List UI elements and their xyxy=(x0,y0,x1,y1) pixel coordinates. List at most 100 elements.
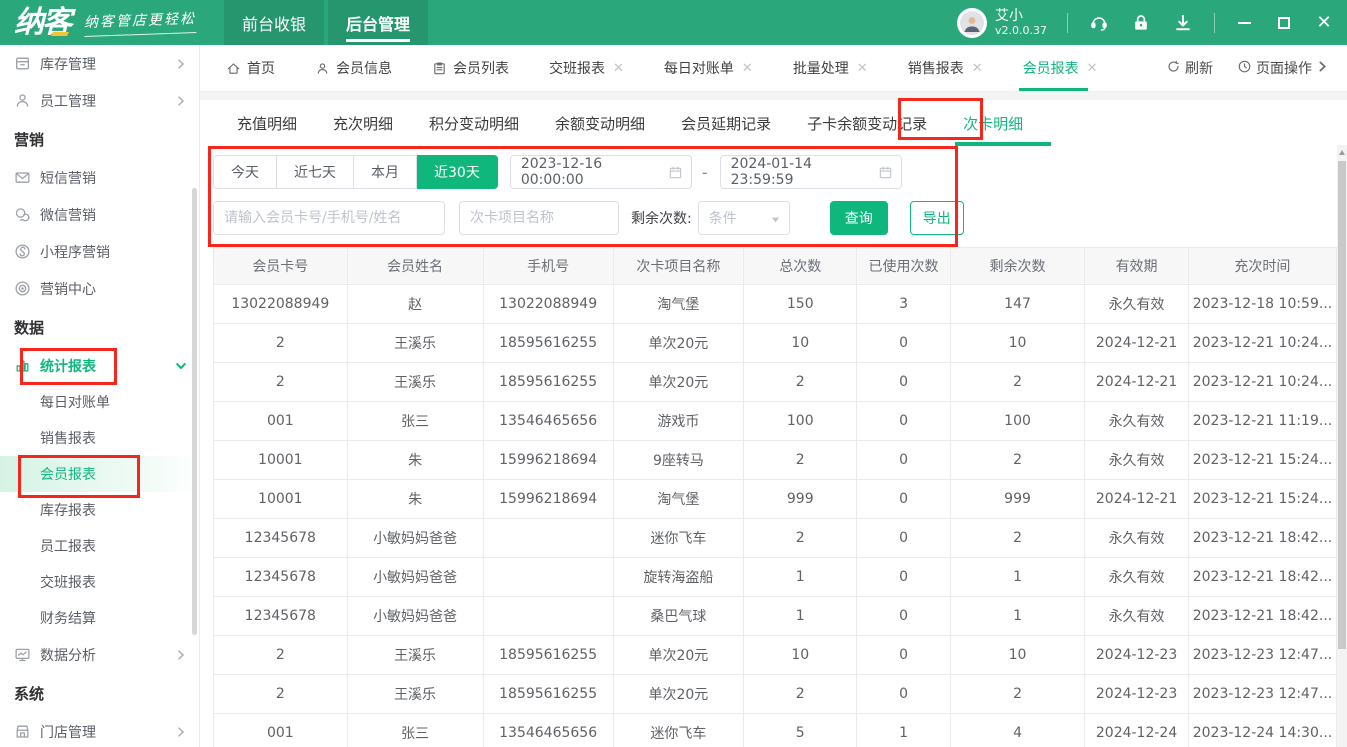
nav-cashier-button[interactable]: 前台收银 xyxy=(224,0,324,45)
sidebar-item-库存报表[interactable]: 库存报表 xyxy=(0,492,199,528)
date-to-input[interactable]: 2024-01-14 23:59:59 xyxy=(720,155,902,189)
divider xyxy=(1214,13,1215,33)
scrollbar-thumb[interactable] xyxy=(1338,161,1346,649)
sidebar-item-交班报表[interactable]: 交班报表 xyxy=(0,564,199,600)
tab-close-icon[interactable]: ✕ xyxy=(972,61,983,76)
sidebar-item-员工报表[interactable]: 员工报表 xyxy=(0,528,199,564)
tab-会员信息[interactable]: 会员信息 xyxy=(315,45,392,91)
sidebar-item-销售报表[interactable]: 销售报表 xyxy=(0,420,199,456)
report-tab-充值明细[interactable]: 充值明细 xyxy=(237,113,297,134)
member-search-input[interactable] xyxy=(213,201,445,235)
table-row[interactable]: 2王溪乐18595616255单次20元100102024-12-232023-… xyxy=(214,636,1337,675)
report-tab-积分变动明细[interactable]: 积分变动明细 xyxy=(429,113,519,134)
table-cell: 2024-12-21 xyxy=(1085,324,1188,363)
tab-销售报表[interactable]: 销售报表 ✕ xyxy=(908,45,983,91)
report-tab-余额变动明细[interactable]: 余额变动明细 xyxy=(555,113,645,134)
sidebar-item-财务结算[interactable]: 财务结算 xyxy=(0,600,199,636)
query-button[interactable]: 查询 xyxy=(830,201,888,235)
sidebar-item-label: 库存管理 xyxy=(40,54,96,74)
table-row[interactable]: 12345678小敏妈妈爸爸桑巴气球101永久有效2023-12-21 18:4… xyxy=(214,597,1337,636)
report-tab-充次明细[interactable]: 充次明细 xyxy=(333,113,393,134)
table-cell: 1 xyxy=(744,597,857,636)
download-icon[interactable] xyxy=(1172,12,1194,34)
table-row[interactable]: 10001朱159962186949座转马202永久有效2023-12-21 1… xyxy=(214,441,1337,480)
tab-首页[interactable]: 首页 xyxy=(226,45,275,91)
table-cell: 赵 xyxy=(347,285,483,324)
main-scrollbar[interactable] xyxy=(1337,145,1347,747)
table-cell: 2023-12-21 18:42... xyxy=(1188,519,1336,558)
sidebar-item-label: 门店管理 xyxy=(40,722,96,742)
lock-icon[interactable] xyxy=(1130,12,1152,34)
sidebar-scrollbar[interactable] xyxy=(192,188,197,635)
quick-range-近30天[interactable]: 近30天 xyxy=(417,155,498,189)
table-row[interactable]: 13022088949赵13022088949淘气堡1503147永久有效202… xyxy=(214,285,1337,324)
sidebar-item-统计报表[interactable]: 统计报表 xyxy=(0,347,199,384)
table-row[interactable]: 2王溪乐18595616255单次20元2022024-12-212023-12… xyxy=(214,363,1337,402)
store-icon xyxy=(14,723,31,740)
report-tab-次卡明细[interactable]: 次卡明细 xyxy=(963,113,1023,134)
table-cell: 2 xyxy=(214,363,348,402)
tab-label: 销售报表 xyxy=(908,58,964,78)
tab-交班报表[interactable]: 交班报表✕ xyxy=(549,45,624,91)
table-cell: 2 xyxy=(950,675,1085,714)
sidebar-item-员工管理[interactable]: 员工管理 xyxy=(0,82,199,119)
report-tab-会员延期记录[interactable]: 会员延期记录 xyxy=(681,113,771,134)
quick-range-今天[interactable]: 今天 xyxy=(213,155,277,189)
table-row[interactable]: 2王溪乐18595616255单次20元2022024-12-232023-12… xyxy=(214,675,1337,714)
table-cell: 2023-12-21 15:24... xyxy=(1188,480,1336,519)
table-cell: 12345678 xyxy=(214,558,348,597)
app-version: v2.0.0.37 xyxy=(995,24,1047,37)
table-cell: 150 xyxy=(744,285,857,324)
table-row[interactable]: 2王溪乐18595616255单次20元100102024-12-212023-… xyxy=(214,324,1337,363)
quick-range-本月[interactable]: 本月 xyxy=(354,155,417,189)
sidebar-item-会员报表[interactable]: 会员报表 xyxy=(0,456,199,492)
card-project-input[interactable] xyxy=(459,201,619,235)
tab-close-icon[interactable]: ✕ xyxy=(857,61,868,76)
maximize-button[interactable] xyxy=(1275,14,1293,32)
tab-label: 会员信息 xyxy=(336,58,392,78)
sidebar-item-数据分析[interactable]: 数据分析 xyxy=(0,636,199,673)
condition-select[interactable]: 条件 xyxy=(698,201,790,235)
close-button[interactable]: ✕ xyxy=(1315,14,1333,32)
sidebar-item-小程序营销[interactable]: 小程序营销 xyxy=(0,233,199,270)
content-card: 充值明细 充次明细 积分变动明细 余额变动明细 会员延期记录 子卡余额变动记录 次卡明细 今… xyxy=(200,100,1347,747)
sidebar-item-微信营销[interactable]: 微信营销 xyxy=(0,196,199,233)
tab-会员列表[interactable]: 会员列表 xyxy=(432,45,509,91)
export-button[interactable]: 导出 xyxy=(910,201,964,235)
table-cell xyxy=(483,597,613,636)
user-name: 艾小 xyxy=(995,8,1047,24)
sidebar-item-每日对账单[interactable]: 每日对账单 xyxy=(0,384,199,420)
table-cell: 10 xyxy=(744,636,857,675)
table-row[interactable]: 12345678小敏妈妈爸爸迷你飞车202永久有效2023-12-21 18:4… xyxy=(214,519,1337,558)
table-cell: 2023-12-21 11:19... xyxy=(1188,402,1336,441)
table-row[interactable]: 10001朱15996218694淘气堡99909992024-12-21202… xyxy=(214,480,1337,519)
table-row[interactable]: 001张三13546465656迷你飞车5142024-12-242023-12… xyxy=(214,714,1337,747)
nav-backoffice-button[interactable]: 后台管理 xyxy=(328,0,428,45)
tab-每日对账单[interactable]: 每日对账单✕ xyxy=(664,45,753,91)
sidebar-item-短信营销[interactable]: 短信营销 xyxy=(0,159,199,196)
action-页面操作[interactable]: 页面操作 xyxy=(1237,58,1329,78)
condition-placeholder: 条件 xyxy=(709,208,737,228)
tab-close-icon[interactable]: ✕ xyxy=(613,61,624,76)
table-row[interactable]: 12345678小敏妈妈爸爸旋转海盗船101永久有效2023-12-21 18:… xyxy=(214,558,1337,597)
tab-批量处理[interactable]: 批量处理✕ xyxy=(793,45,868,91)
table-row[interactable]: 001张三13546465656游戏币1000100永久有效2023-12-21… xyxy=(214,402,1337,441)
table-cell: 小敏妈妈爸爸 xyxy=(347,519,483,558)
table-cell: 永久有效 xyxy=(1085,441,1188,480)
tab-close-icon[interactable]: ✕ xyxy=(1087,61,1098,76)
minimize-button[interactable] xyxy=(1235,14,1253,32)
date-from-input[interactable]: 2023-12-16 00:00:00 xyxy=(510,155,692,189)
report-tab-子卡余额变动记录[interactable]: 子卡余额变动记录 xyxy=(807,113,927,134)
remaining-times-label: 剩余次数: xyxy=(631,208,692,228)
service-icon[interactable] xyxy=(1088,12,1110,34)
quick-range-近七天[interactable]: 近七天 xyxy=(277,155,354,189)
scroll-up-arrow[interactable] xyxy=(1339,150,1345,155)
sidebar-item-库存管理[interactable]: 库存管理 xyxy=(0,45,199,82)
tab-close-icon[interactable]: ✕ xyxy=(742,61,753,76)
tab-会员报表[interactable]: 会员报表✕ xyxy=(1023,45,1098,91)
sidebar-item-门店管理[interactable]: 门店管理 xyxy=(0,713,199,747)
action-刷新[interactable]: 刷新 xyxy=(1166,58,1213,78)
user-menu[interactable]: 艾小 v2.0.0.37 xyxy=(957,8,1047,38)
date-from-value: 2023-12-16 00:00:00 xyxy=(521,156,668,188)
sidebar-item-营销中心[interactable]: 营销中心 xyxy=(0,270,199,307)
